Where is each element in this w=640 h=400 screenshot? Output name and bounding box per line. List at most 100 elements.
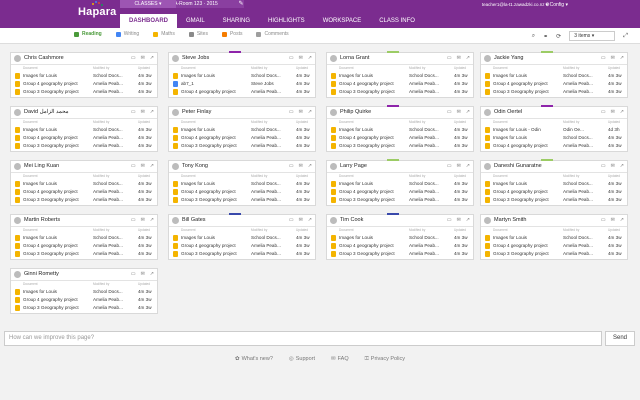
document-title[interactable]: Images for Louis [181,181,251,186]
document-row[interactable]: Group 3 Geography project Amelia Peab... 4… [169,142,315,150]
open-external-icon[interactable]: ↗ [466,55,470,61]
screen-icon[interactable]: ▭ [447,55,452,61]
faq-link[interactable]: ✉ FAQ [331,356,349,363]
open-external-icon[interactable]: ↗ [308,55,312,61]
feedback-input[interactable]: How can we improve this page? [4,331,602,346]
avatar[interactable] [484,109,491,116]
document-title[interactable]: Images for Louis [493,135,563,140]
open-external-icon[interactable]: ↗ [150,55,154,61]
document-row[interactable]: Group 4 geography project Amelia Peab... 4… [11,296,157,304]
open-external-icon[interactable]: ↗ [150,163,154,169]
open-external-icon[interactable]: ↗ [150,109,154,115]
document-row[interactable]: Group 3 Geography project Amelia Peab... 4… [327,250,473,258]
mail-icon[interactable]: ✉ [299,55,303,61]
document-row[interactable]: Group 4 geography project Amelia Peab... 4… [11,188,157,196]
open-external-icon[interactable]: ↗ [308,217,312,223]
document-title[interactable]: Images for Louis [339,235,409,240]
avatar[interactable] [172,55,179,62]
app-logo[interactable]: Hapara [78,6,117,18]
student-name[interactable]: Daneshi Gunaratne [494,163,542,169]
avatar[interactable] [484,55,491,62]
student-name[interactable]: Jackie Yang [494,55,523,61]
document-row[interactable]: Group 3 Geography project Amelia Peab... 4… [169,196,315,204]
document-title[interactable]: Group 4 geography project [493,81,563,86]
document-row[interactable]: Group 4 geography project Amelia Peab... 4… [327,242,473,250]
document-row[interactable]: Group 3 Geography project Amelia Peab... 4… [481,250,627,258]
document-title[interactable]: Images for Louis [23,235,93,240]
document-row[interactable]: Group 4 geography project Amelia Peab... 4… [327,188,473,196]
student-name[interactable]: Bill Gates [182,217,206,223]
document-title[interactable]: Images for Louis [339,181,409,186]
document-row[interactable]: Group 4 geography project Amelia Peab... 4… [481,242,627,250]
document-title[interactable]: Images for Louis [23,289,93,294]
document-title[interactable]: Group 3 Geography project [181,197,251,202]
document-title[interactable]: Group 4 geography project [493,143,563,148]
student-name[interactable]: Philip Quirke [340,109,371,115]
document-title[interactable]: Group 4 geography project [181,135,251,140]
document-row[interactable]: Images for Louis School Docs... 4m 3w [11,72,157,80]
screen-icon[interactable]: ▭ [131,271,136,277]
document-row[interactable]: Group 3 Geography project Amelia Peab... 4… [11,196,157,204]
screen-icon[interactable]: ▭ [289,109,294,115]
mail-icon[interactable]: ✉ [611,55,615,61]
document-row[interactable]: Images for Louis School Docs... 4m 3w [11,234,157,242]
avatar[interactable] [172,163,179,170]
document-title[interactable]: Group 4 geography project [23,135,93,140]
student-name[interactable]: Odin Oertel [494,109,522,115]
screen-icon[interactable]: ▭ [289,217,294,223]
document-row[interactable]: Group 4 geography project Amelia Peab... 4… [169,88,315,96]
filter-sites[interactable]: Sites [188,31,208,37]
document-title[interactable]: Group 4 geography project [339,243,409,248]
mail-icon[interactable]: ✉ [141,217,145,223]
document-row[interactable]: Group 3 Geography project Amelia Peab... 4… [327,142,473,150]
student-name[interactable]: Peter Finlay [182,109,211,115]
document-title[interactable]: Group 4 geography project [339,189,409,194]
screen-icon[interactable]: ▭ [289,55,294,61]
open-external-icon[interactable]: ↗ [620,163,624,169]
pencil-icon[interactable]: ✎ [236,0,246,8]
avatar[interactable] [14,271,21,278]
mail-icon[interactable]: ✉ [611,109,615,115]
mail-icon[interactable]: ✉ [457,109,461,115]
support-link[interactable]: ◎ Support [289,356,315,363]
mail-icon[interactable]: ✉ [141,163,145,169]
open-external-icon[interactable]: ↗ [620,55,624,61]
document-title[interactable]: Images for Louis [493,181,563,186]
document-row[interactable]: Group 4 geography project Amelia Peab... 4… [327,134,473,142]
mail-icon[interactable]: ✉ [141,55,145,61]
document-title[interactable]: Group 3 Geography project [23,89,93,94]
mail-icon[interactable]: ✉ [299,163,303,169]
link-icon[interactable]: ⚭ [543,33,548,40]
document-row[interactable]: Images for Louis School Docs... 4m 3w [327,126,473,134]
document-row[interactable]: Images for Louis School Docs... 4m 3w [327,180,473,188]
document-title[interactable]: Group 3 Geography project [493,251,563,256]
document-title[interactable]: Images for Louis [339,127,409,132]
document-title[interactable]: Group 4 geography project [339,135,409,140]
document-row[interactable]: Images for Louis School Docs... 4m 3w [11,288,157,296]
document-row[interactable]: Group 3 Geography project Amelia Peab... 4… [481,88,627,96]
document-row[interactable]: Group 4 geography project Amelia Peab... 4… [481,80,627,88]
mail-icon[interactable]: ✉ [299,217,303,223]
document-row[interactable]: Group 3 Geography project Amelia Peab... 4… [169,250,315,258]
student-name[interactable]: David محمد الزامل [24,109,69,115]
items-per-card-select[interactable]: 3 items ▾ [569,31,616,41]
document-title[interactable]: Group 3 Geography project [493,197,563,202]
document-title[interactable]: Group 3 Geography project [339,251,409,256]
screen-icon[interactable]: ▭ [601,163,606,169]
document-row[interactable]: Group 3 Geography project Amelia Peab... 4… [11,142,157,150]
open-external-icon[interactable]: ↗ [466,109,470,115]
document-title[interactable]: Group 4 geography project [493,189,563,194]
document-row[interactable]: Group 4 geography project Amelia Peab... 4… [11,242,157,250]
student-name[interactable]: Chris Cashmore [24,55,64,61]
screen-icon[interactable]: ▭ [447,109,452,115]
mail-icon[interactable]: ✉ [611,163,615,169]
document-row[interactable]: Group 3 Geography project Amelia Peab... 4… [327,88,473,96]
open-external-icon[interactable]: ↗ [466,163,470,169]
document-row[interactable]: Group 4 geography project Amelia Peab... 4… [481,188,627,196]
screen-icon[interactable]: ▭ [601,55,606,61]
screen-icon[interactable]: ▭ [289,163,294,169]
document-row[interactable]: Group 3 Geography project Amelia Peab... 4… [11,304,157,312]
document-row[interactable]: Images for Louis School Docs... 4m 3w [327,72,473,80]
document-title[interactable]: Group 4 geography project [493,243,563,248]
document-row[interactable]: Group 4 geography project Amelia Peab... 4… [327,80,473,88]
